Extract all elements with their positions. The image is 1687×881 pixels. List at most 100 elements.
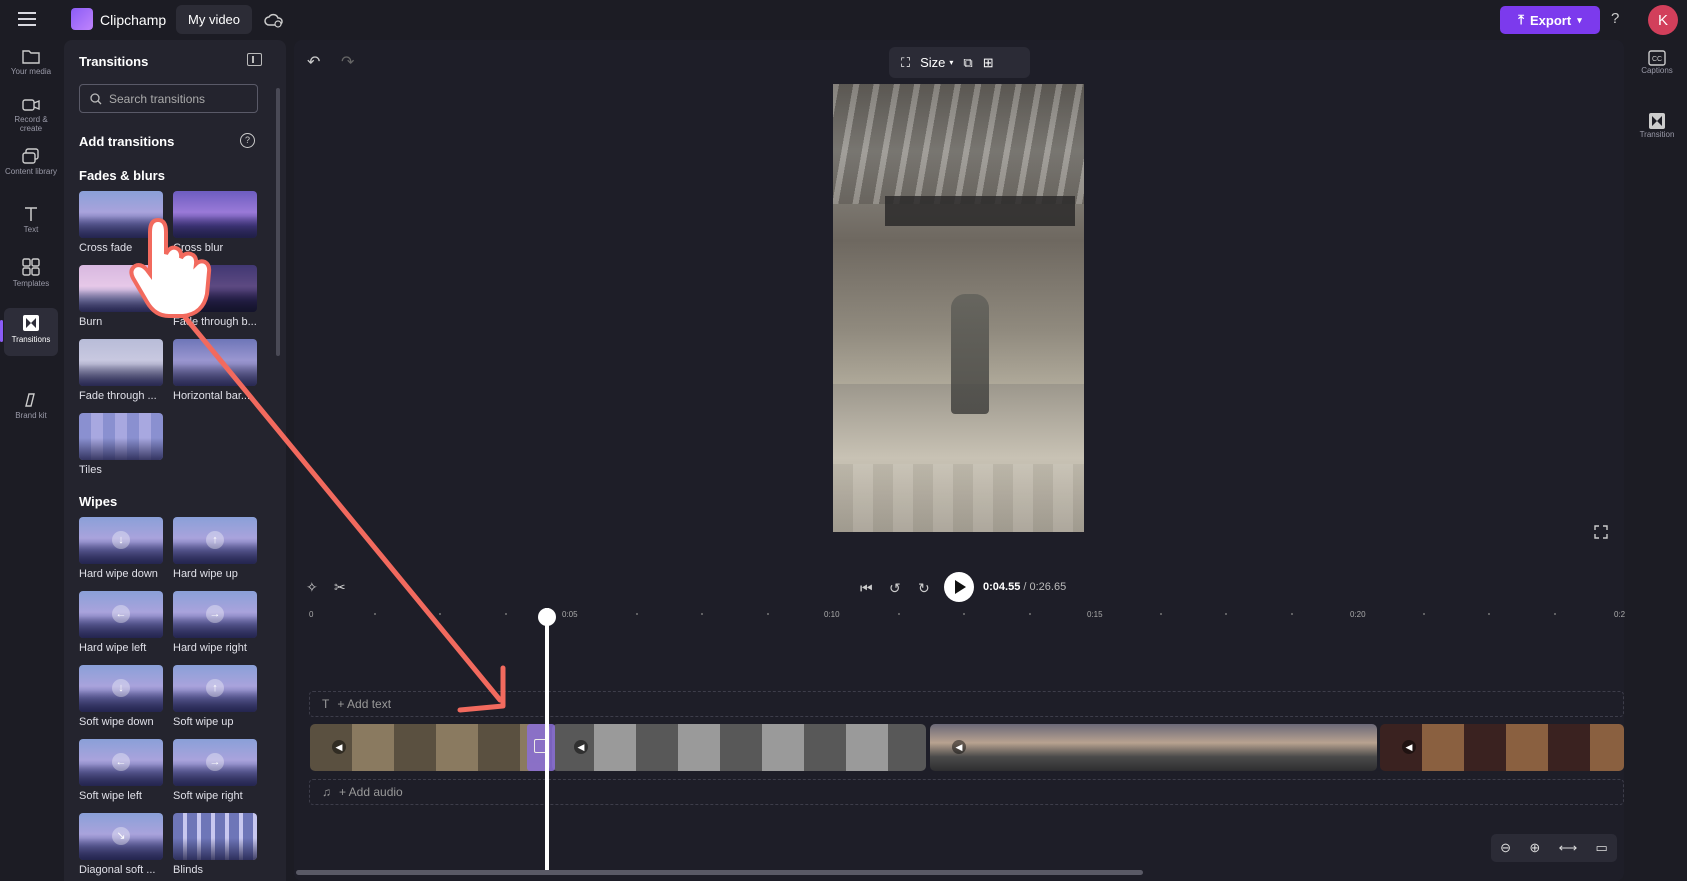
nav-label: Your media: [10, 67, 52, 76]
transition-tile[interactable]: ← Hard wipe left: [79, 591, 163, 654]
transition-tile[interactable]: ↓ Hard wipe down: [79, 517, 163, 580]
nav-brand-kit[interactable]: Brand kit: [4, 392, 58, 440]
info-icon[interactable]: ?: [240, 133, 255, 148]
fullscreen-icon[interactable]: [1594, 525, 1608, 539]
arrow-up-icon: ↑: [206, 679, 224, 697]
search-placeholder: Search transitions: [109, 91, 206, 106]
add-audio-label: + Add audio: [339, 785, 403, 799]
transition-tile[interactable]: ↓ Soft wipe down: [79, 665, 163, 728]
ruler-tick: [1225, 613, 1227, 615]
add-transitions-heading: Add transitions: [79, 134, 175, 149]
ruler-tick: [505, 613, 507, 615]
ruler-tick: [1423, 613, 1425, 615]
ruler-tick: [439, 613, 441, 615]
project-name[interactable]: My video: [176, 5, 253, 34]
forward-5s-icon[interactable]: ↻: [918, 580, 930, 597]
transition-tile[interactable]: Tiles: [79, 413, 163, 476]
magic-tool-icon[interactable]: ✧: [306, 579, 318, 596]
cloud-sync-icon[interactable]: [264, 11, 284, 29]
tile-label: Tiles: [79, 464, 102, 476]
zoom-in-icon[interactable]: ⊕: [1529, 840, 1540, 856]
add-text-track[interactable]: T + Add text: [309, 691, 1624, 717]
search-input[interactable]: Search transitions: [79, 84, 258, 113]
timeline-scrollbar[interactable]: [296, 870, 1143, 875]
section-title: Fades & blurs: [79, 168, 165, 183]
app-name: Clipchamp: [100, 12, 167, 28]
tile-label: Hard wipe up: [173, 568, 238, 580]
transition-tile[interactable]: → Hard wipe right: [173, 591, 257, 654]
transition-marker[interactable]: [527, 724, 555, 771]
video-preview[interactable]: [833, 84, 1084, 532]
search-icon: [90, 92, 102, 104]
music-note-icon: ♫: [322, 785, 331, 799]
nav-transition[interactable]: Transition: [1631, 112, 1683, 139]
fit-timeline-icon[interactable]: ⟷: [1559, 840, 1578, 856]
nav-label: Text: [23, 225, 39, 234]
video-clip[interactable]: ◀: [552, 724, 926, 771]
nav-text[interactable]: Text: [4, 206, 58, 254]
size-button[interactable]: Size: [920, 55, 945, 70]
transition-tile[interactable]: Cross blur: [173, 191, 257, 254]
zoom-controls: ⊖ ⊕ ⟷ ▭: [1491, 834, 1617, 862]
volume-icon[interactable]: ◀: [574, 740, 588, 754]
tile-label: Burn: [79, 316, 103, 328]
undo-icon[interactable]: ↶: [307, 52, 320, 72]
volume-icon[interactable]: ◀: [332, 740, 346, 754]
transition-tile[interactable]: ↘ Diagonal soft ...: [79, 813, 163, 876]
zoom-out-icon[interactable]: ⊖: [1500, 840, 1511, 856]
help-icon[interactable]: ?: [1611, 10, 1619, 27]
arrow-right-icon: →: [206, 753, 224, 771]
nav-label: Captions: [1641, 66, 1673, 75]
nav-captions[interactable]: CC Captions: [1631, 50, 1683, 75]
tile-label: Soft wipe up: [173, 716, 234, 728]
time-display: 0:04.55 / 0:26.65: [983, 581, 1067, 593]
edit-media-icon[interactable]: ⧉: [963, 55, 972, 71]
ruler-tick: [636, 613, 638, 615]
avatar[interactable]: K: [1648, 5, 1678, 35]
skip-back-icon[interactable]: ⏮: [860, 580, 873, 597]
transition-tile[interactable]: Fade through b...: [173, 265, 257, 328]
export-button[interactable]: ⤒ Export ▾: [1500, 6, 1600, 34]
transition-tile[interactable]: ← Soft wipe left: [79, 739, 163, 802]
timeline-ruler[interactable]: 0 0:05 0:10 0:15 0:20 0:2: [309, 610, 1625, 624]
volume-icon[interactable]: ◀: [952, 740, 966, 754]
video-clip[interactable]: ◀: [930, 724, 1377, 771]
transition-tile[interactable]: Burn: [79, 265, 163, 328]
redo-icon[interactable]: ↷: [341, 52, 354, 72]
nav-templates[interactable]: Templates: [4, 258, 58, 306]
upload-icon: ⤒: [1518, 12, 1525, 27]
transition-tile[interactable]: Fade through ...: [79, 339, 163, 402]
nav-label: Content library: [4, 167, 58, 176]
nav-transitions[interactable]: Transitions: [0, 308, 58, 356]
transition-tile[interactable]: Horizontal bar...: [173, 339, 257, 402]
volume-icon[interactable]: ◀: [1402, 740, 1416, 754]
panel-scrollbar[interactable]: [276, 88, 280, 356]
add-media-icon[interactable]: ⊞: [983, 55, 994, 71]
playhead[interactable]: [538, 608, 556, 870]
transition-tile[interactable]: → Soft wipe right: [173, 739, 257, 802]
ruler-label: 0: [309, 610, 314, 619]
nav-record-create[interactable]: Record & create: [4, 98, 58, 146]
add-text-label: + Add text: [337, 697, 392, 711]
rewind-5s-icon[interactable]: ↺: [889, 580, 901, 597]
ruler-label: 0:20: [1350, 610, 1366, 619]
tile-label: Horizontal bar...: [173, 390, 251, 402]
transition-tile[interactable]: Blinds: [173, 813, 257, 876]
video-clip[interactable]: ◀: [1380, 724, 1624, 771]
transition-tile[interactable]: Cross fade: [79, 191, 163, 254]
arrow-up-icon: ↑: [206, 531, 224, 549]
panel-title: Transitions: [79, 54, 149, 69]
transition-tile[interactable]: ↑ Soft wipe up: [173, 665, 257, 728]
add-audio-track[interactable]: ♫ + Add audio: [309, 779, 1624, 805]
transition-tile[interactable]: ↑ Hard wipe up: [173, 517, 257, 580]
play-button[interactable]: [944, 572, 974, 602]
video-clip[interactable]: ◀: [310, 724, 550, 771]
split-scissors-icon[interactable]: ✂: [334, 579, 346, 596]
menu-icon[interactable]: [18, 12, 36, 26]
nav-your-media[interactable]: Your media: [4, 48, 58, 96]
svg-text:CC: CC: [1652, 56, 1662, 63]
nav-content-library[interactable]: Content library: [4, 148, 58, 196]
collapse-panel-icon[interactable]: [247, 53, 262, 66]
tile-label: Soft wipe right: [173, 790, 243, 802]
timeline-view-icon[interactable]: ▭: [1596, 840, 1608, 856]
